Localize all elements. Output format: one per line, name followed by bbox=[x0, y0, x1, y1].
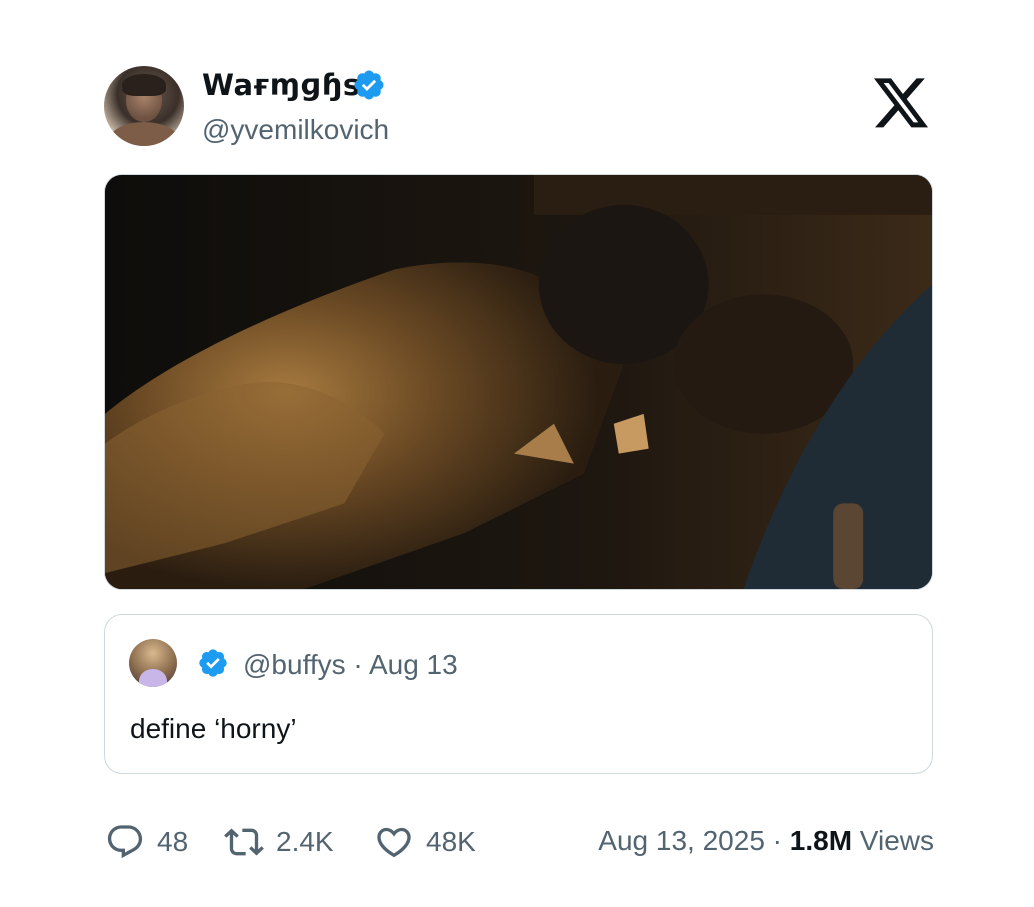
author-avatar[interactable] bbox=[104, 66, 184, 146]
views-label: Views bbox=[852, 825, 934, 856]
reply-button[interactable]: 48 bbox=[105, 822, 188, 862]
heart-icon bbox=[377, 827, 411, 858]
verified-badge-icon bbox=[199, 649, 227, 677]
quoted-post-meta[interactable]: @buffys · Aug 13 bbox=[243, 649, 458, 681]
views-count: 1.8M bbox=[789, 825, 853, 856]
x-logo-icon[interactable] bbox=[874, 78, 930, 130]
like-button[interactable]: 48K bbox=[374, 822, 476, 862]
verified-badge-icon bbox=[354, 70, 384, 100]
repost-icon bbox=[224, 828, 264, 856]
repost-count: 2.4K bbox=[276, 826, 334, 857]
tweet-card: Waғɱɡɧs @yvemilkovich @buffys · Aug 13 d… bbox=[0, 0, 1034, 907]
quoted-author-avatar[interactable] bbox=[129, 639, 177, 687]
quoted-post[interactable]: @buffys · Aug 13 define ‘horny’ bbox=[104, 614, 933, 774]
post-date: Aug 13, 2025 · bbox=[598, 825, 790, 856]
reply-count: 48 bbox=[157, 826, 189, 857]
media-scene bbox=[105, 175, 932, 589]
author-handle[interactable]: @yvemilkovich bbox=[202, 114, 389, 146]
post-media-image[interactable] bbox=[104, 174, 933, 590]
reply-icon bbox=[107, 825, 143, 859]
like-count: 48K bbox=[426, 826, 476, 857]
author-display-name[interactable]: Waғɱɡɧs bbox=[202, 68, 361, 102]
repost-button[interactable]: 2.4K bbox=[224, 822, 334, 862]
quoted-post-text: define ‘horny’ bbox=[130, 713, 297, 744]
post-timestamp[interactable]: Aug 13, 2025 · 1.8M Views bbox=[598, 825, 934, 857]
